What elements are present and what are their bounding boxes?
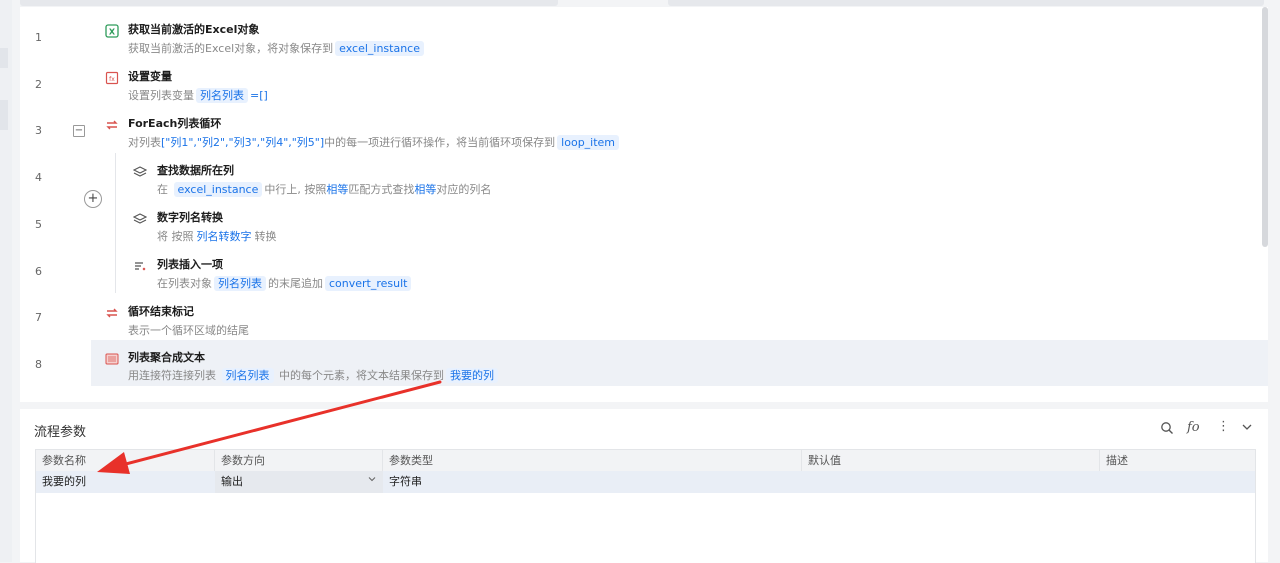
line-number: 3 — [35, 124, 42, 137]
step-description: 用连接符连接列表 列名列表 中的每个元素，将文本结果保存到 我要的列 — [128, 367, 500, 383]
loop-end-icon — [105, 306, 119, 320]
variable-chip[interactable]: 列名列表 — [196, 88, 248, 103]
svg-text:fx: fx — [109, 76, 115, 83]
chevron-down-icon[interactable] — [1241, 421, 1253, 437]
excel-icon: X — [105, 24, 119, 38]
output-variable-chip[interactable]: 我要的列 — [446, 368, 498, 383]
step-title: 设置变量 — [128, 70, 172, 83]
step-title: 列表聚合成文本 — [128, 351, 205, 364]
mode-label: 列名转数字 — [196, 230, 252, 243]
step-title: 循环结束标记 — [128, 305, 194, 318]
param-direction-select[interactable]: 输出 — [215, 471, 383, 493]
step-description: 设置列表变量 列名列表 =[] — [128, 88, 268, 103]
param-default-cell[interactable] — [802, 471, 1100, 493]
line-number: 7 — [35, 311, 42, 324]
tab-segment[interactable] — [668, 0, 1264, 6]
param-description-cell[interactable] — [1100, 471, 1255, 493]
variable-chip[interactable]: loop_item — [557, 135, 620, 150]
step-title: ForEach列表循环 — [128, 117, 222, 130]
line-gutter: 1 2 3 4 5 6 7 8 − — [20, 7, 91, 402]
step-description: 将 按照 列名转数字 转换 — [157, 230, 277, 243]
line-number: 8 — [35, 358, 42, 371]
column-header: 默认值 — [802, 450, 1100, 471]
param-name-cell[interactable]: 我要的列 — [36, 471, 215, 493]
column-header: 参数方向 — [215, 450, 383, 471]
variable-chip[interactable]: convert_result — [325, 276, 412, 291]
variable-chip[interactable]: 列名列表 — [214, 276, 266, 291]
flow-step[interactable]: 数字列名转换 将 按照 列名转数字 转换 — [91, 202, 1268, 249]
top-tabs — [20, 0, 1264, 7]
step-title: 查找数据所在列 — [157, 164, 234, 177]
flow-step[interactable]: ForEach列表循环 对列表["列1","列2","列3","列4","列5"… — [91, 108, 1268, 155]
svg-text:X: X — [109, 28, 116, 37]
editor-scrollbar[interactable] — [1262, 7, 1268, 247]
step-description: 在 excel_instance 中行上, 按照相等匹配方式查找相等对应的列名 — [157, 182, 492, 197]
params-table: 参数名称 参数方向 参数类型 默认值 描述 我要的列 输出 字符串 — [35, 449, 1256, 563]
loop-icon — [105, 118, 119, 132]
more-vertical-icon[interactable]: ⋮ — [1217, 419, 1230, 434]
step-title: 数字列名转换 — [157, 211, 223, 224]
line-number: 2 — [35, 78, 42, 91]
layers-icon — [132, 212, 148, 226]
list-insert-icon — [133, 259, 147, 273]
variable-chip[interactable]: 列名列表 — [221, 368, 274, 383]
param-type-cell[interactable]: 字符串 — [383, 471, 802, 493]
left-strip — [0, 0, 12, 562]
step-description: 获取当前激活的Excel对象，将对象保存到 excel_instance — [128, 40, 426, 56]
flow-step[interactable]: fx 设置变量 设置列表变量 列名列表 =[] — [91, 61, 1268, 108]
flow-step-selected[interactable]: 列表聚合成文本 用连接符连接列表 列名列表 中的每个元素，将文本结果保存到 我要的… — [91, 340, 1268, 386]
panel-title: 流程参数 — [34, 425, 87, 440]
left-strip-marker — [0, 100, 8, 130]
formula-icon[interactable]: fo — [1187, 420, 1200, 435]
table-header: 参数名称 参数方向 参数类型 默认值 描述 — [36, 450, 1255, 471]
flow-params-panel: 流程参数 fo ⋮ 参数名称 参数方向 参数类型 默认值 描述 我要的列 输出 … — [20, 409, 1268, 563]
chevron-down-icon — [367, 471, 377, 493]
flow-step[interactable]: 查找数据所在列 在 excel_instance 中行上, 按照相等匹配方式查找相… — [91, 155, 1268, 202]
flow-step[interactable]: 循环结束标记 表示一个循环区域的结尾 — [91, 296, 1268, 343]
step-description: 表示一个循环区域的结尾 — [128, 324, 249, 337]
variable-icon: fx — [105, 71, 119, 85]
left-strip-marker — [0, 48, 8, 68]
flow-step[interactable]: X 获取当前激活的Excel对象 获取当前激活的Excel对象，将对象保存到 ex… — [91, 14, 1268, 61]
text-join-icon — [105, 352, 119, 366]
search-icon[interactable] — [1160, 421, 1174, 439]
line-number: 1 — [35, 31, 42, 44]
table-row[interactable]: 我要的列 输出 字符串 — [36, 471, 1255, 493]
column-header: 参数类型 — [383, 450, 802, 471]
column-header: 描述 — [1106, 454, 1128, 467]
flow-editor: 1 2 3 4 5 6 7 8 − + X 获取当前激活的Excel对象 获取当… — [20, 7, 1268, 402]
step-description: 在列表对象 列名列表 的末尾追加 convert_result — [157, 275, 413, 291]
line-number: 6 — [35, 265, 42, 278]
layers-icon — [132, 165, 148, 179]
column-header: 参数名称 — [36, 450, 215, 471]
collapse-toggle[interactable]: − — [73, 125, 85, 137]
flow-step[interactable]: 列表插入一项 在列表对象 列名列表 的末尾追加 convert_result — [91, 249, 1268, 296]
step-title: 列表插入一项 — [157, 258, 223, 271]
line-number: 5 — [35, 218, 42, 231]
variable-chip[interactable]: excel_instance — [335, 41, 425, 56]
step-description: 对列表["列1","列2","列3","列4","列5"]中的每一项进行循环操作… — [128, 134, 621, 150]
variable-chip[interactable]: excel_instance — [173, 182, 263, 197]
step-title: 获取当前激活的Excel对象 — [128, 23, 260, 36]
line-number: 4 — [35, 171, 42, 184]
tab-segment[interactable] — [20, 0, 558, 6]
